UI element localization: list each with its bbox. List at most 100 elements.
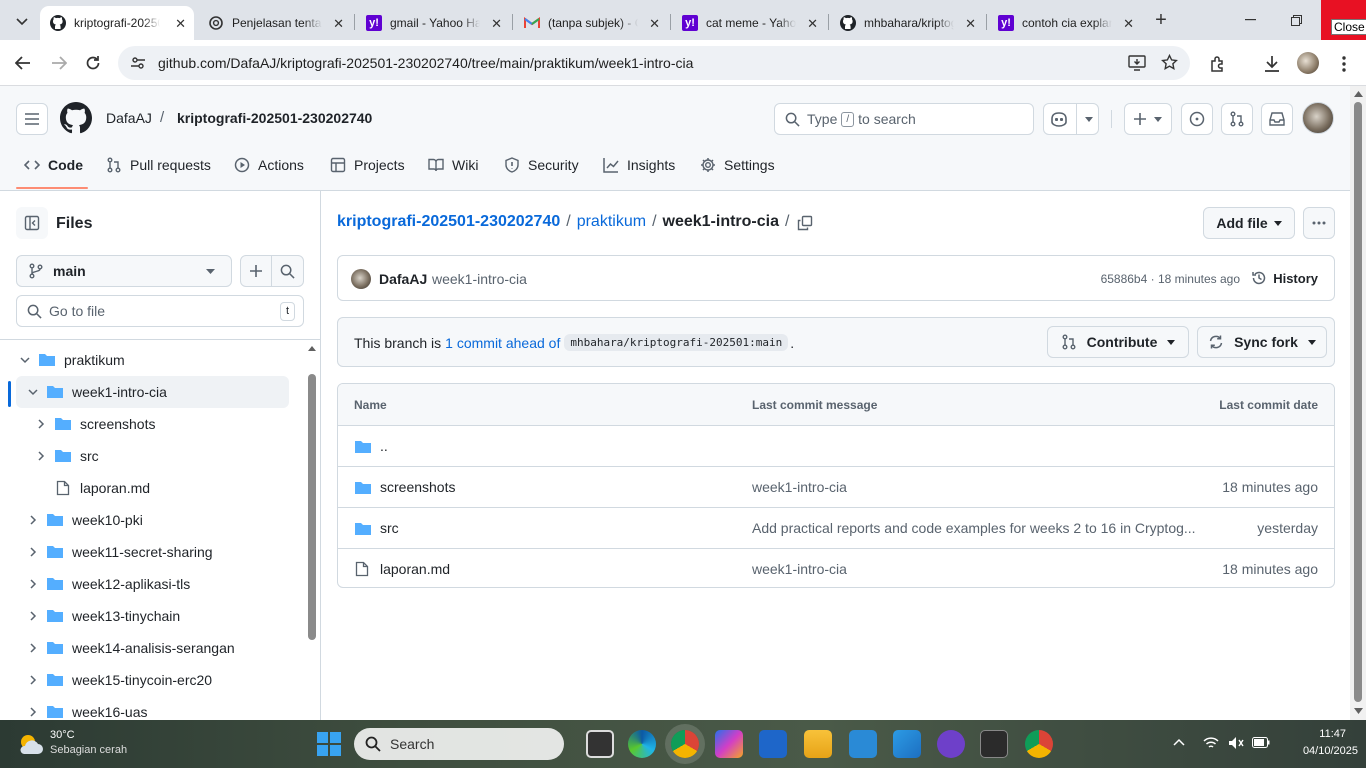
restore-button[interactable] xyxy=(1274,6,1318,34)
breadcrumb-repo-link[interactable]: kriptografi-202501-230202740 xyxy=(337,213,560,231)
tab-security[interactable]: Security xyxy=(504,146,579,184)
bookmark-star-icon[interactable] xyxy=(1161,54,1178,71)
repo-owner-link[interactable]: DafaAJ xyxy=(106,110,152,126)
extensions-icon[interactable] xyxy=(1207,53,1229,75)
browser-tab[interactable]: y! cat meme - Yahoo Search ✕ xyxy=(672,6,826,40)
scroll-up-arrow[interactable] xyxy=(1354,91,1363,97)
wifi-icon[interactable] xyxy=(1203,736,1219,750)
browser-tab[interactable]: mhbahara/kriptografi ✕ xyxy=(830,6,984,40)
close-tab-icon[interactable]: ✕ xyxy=(333,16,344,32)
commit-author[interactable]: DafaAJ xyxy=(379,271,427,287)
close-tab-icon[interactable]: ✕ xyxy=(491,16,502,32)
row-message[interactable]: week1-intro-cia xyxy=(752,561,847,577)
tree-item-week14-analisis-serangan[interactable]: week14-analisis-serangan xyxy=(16,632,289,664)
go-to-file-input[interactable]: Go to file t xyxy=(16,295,304,327)
table-row[interactable]: laporan.md week1-intro-cia 18 minutes ag… xyxy=(338,548,1334,587)
profile-avatar[interactable] xyxy=(1297,52,1319,74)
reload-button[interactable] xyxy=(80,50,106,76)
site-info-icon[interactable] xyxy=(130,55,146,71)
new-tab-button[interactable]: + xyxy=(1150,9,1172,31)
tree-item-laporan-md[interactable]: laporan.md xyxy=(16,472,289,504)
github-desktop-icon[interactable] xyxy=(937,730,965,758)
tree-item-praktikum[interactable]: praktikum xyxy=(16,344,289,376)
close-tab-icon[interactable]: ✕ xyxy=(649,16,660,32)
chrome-icon[interactable] xyxy=(671,730,699,758)
tree-item-week1-intro-cia[interactable]: week1-intro-cia xyxy=(16,376,289,408)
weather-widget[interactable]: 30°C Sebagian cerah xyxy=(8,726,138,762)
history-link[interactable]: History xyxy=(1251,270,1318,286)
sidebar-scrollbar-thumb[interactable] xyxy=(308,374,316,640)
page-scrollbar[interactable] xyxy=(1350,86,1366,720)
minimize-button[interactable] xyxy=(1228,6,1272,34)
close-tab-icon[interactable]: ✕ xyxy=(807,16,818,32)
breadcrumb-folder-link[interactable]: praktikum xyxy=(577,213,646,231)
battery-icon[interactable] xyxy=(1252,737,1270,748)
install-app-icon[interactable] xyxy=(1128,55,1146,71)
row-name[interactable]: src xyxy=(380,520,399,536)
back-button[interactable] xyxy=(10,50,36,76)
sidebar-scroll-up[interactable] xyxy=(307,344,317,354)
commit-sha-time[interactable]: 65886b4 · 18 minutes ago xyxy=(1101,272,1240,286)
sync-fork-button[interactable]: Sync fork xyxy=(1197,326,1327,358)
row-name[interactable]: laporan.md xyxy=(380,561,450,577)
commit-author-avatar[interactable] xyxy=(351,269,371,289)
search-files-button[interactable] xyxy=(271,255,304,287)
close-tab-icon[interactable]: ✕ xyxy=(1123,16,1134,32)
terminal-icon[interactable] xyxy=(980,730,1008,758)
tree-item-src[interactable]: src xyxy=(16,440,289,472)
tab-search-button[interactable] xyxy=(10,10,34,34)
row-message[interactable]: Add practical reports and code examples … xyxy=(752,520,1202,536)
pull-requests-button[interactable] xyxy=(1221,103,1253,135)
add-file-button[interactable]: Add file xyxy=(1203,207,1295,239)
close-window-button[interactable]: Close xyxy=(1321,0,1366,40)
vscode-icon[interactable] xyxy=(849,730,877,758)
commit-message[interactable]: week1-intro-cia xyxy=(432,271,527,287)
browser-tab[interactable]: Penjelasan tentang CIA ✕ xyxy=(198,6,352,40)
forward-button[interactable] xyxy=(46,50,72,76)
browser-tab[interactable]: (tanpa subjek) - Gmail ✕ xyxy=(514,6,668,40)
scrollbar-thumb[interactable] xyxy=(1354,102,1362,702)
chrome-profile-icon[interactable] xyxy=(1025,730,1053,758)
tab-actions[interactable]: Actions xyxy=(234,146,304,184)
tree-item-screenshots[interactable]: screenshots xyxy=(16,408,289,440)
tab-wiki[interactable]: Wiki xyxy=(428,146,478,184)
copilot-app-icon[interactable] xyxy=(715,730,743,758)
tab-insights[interactable]: Insights xyxy=(603,146,675,184)
branch-selector[interactable]: main xyxy=(16,255,232,287)
store-icon[interactable] xyxy=(759,730,787,758)
windows-start-button[interactable] xyxy=(317,732,341,756)
system-tray-chevron-icon[interactable] xyxy=(1173,738,1185,746)
github-logo-icon[interactable] xyxy=(60,102,92,134)
tab-projects[interactable]: Projects xyxy=(330,146,405,184)
add-file-sidebar-button[interactable] xyxy=(240,255,272,287)
repo-name-link[interactable]: kriptografi-202501-230202740 xyxy=(177,110,372,126)
edge-browser-icon[interactable] xyxy=(628,730,656,758)
row-name[interactable]: screenshots xyxy=(380,479,455,495)
more-options-button[interactable] xyxy=(1303,207,1335,239)
scroll-down-arrow[interactable] xyxy=(1354,708,1363,714)
create-new-button[interactable] xyxy=(1124,103,1172,135)
url-bar[interactable]: github.com/DafaAJ/kriptografi-202501-230… xyxy=(118,46,1190,80)
table-row[interactable]: src Add practical reports and code examp… xyxy=(338,507,1334,548)
tree-item-week16-uas[interactable]: week16-uas xyxy=(16,696,289,720)
inbox-button[interactable] xyxy=(1261,103,1293,135)
download-icon[interactable] xyxy=(1261,53,1283,75)
copilot-button[interactable] xyxy=(1043,103,1099,135)
global-search-input[interactable]: Type / to search xyxy=(774,103,1034,135)
clock-time[interactable]: 11:47 xyxy=(1319,728,1346,740)
table-row[interactable]: screenshots week1-intro-cia 18 minutes a… xyxy=(338,466,1334,507)
tree-item-week15-tinycoin-erc20[interactable]: week15-tinycoin-erc20 xyxy=(16,664,289,696)
row-name[interactable]: .. xyxy=(380,438,388,454)
clock-date[interactable]: 04/10/2025 xyxy=(1303,745,1358,757)
hamburger-menu-button[interactable] xyxy=(16,103,48,135)
task-view-icon[interactable] xyxy=(586,730,614,758)
browser-tab[interactable]: y! gmail - Yahoo Hasil Pencarian ✕ xyxy=(356,6,510,40)
file-explorer-icon[interactable] xyxy=(804,730,832,758)
issues-button[interactable] xyxy=(1181,103,1213,135)
tree-item-week11-secret-sharing[interactable]: week11-secret-sharing xyxy=(16,536,289,568)
tree-item-week12-aplikasi-tls[interactable]: week12-aplikasi-tls xyxy=(16,568,289,600)
contribute-button[interactable]: Contribute xyxy=(1047,326,1189,358)
user-avatar[interactable] xyxy=(1302,102,1334,134)
collapse-sidebar-button[interactable] xyxy=(16,207,48,239)
browser-menu-icon[interactable] xyxy=(1334,53,1354,75)
